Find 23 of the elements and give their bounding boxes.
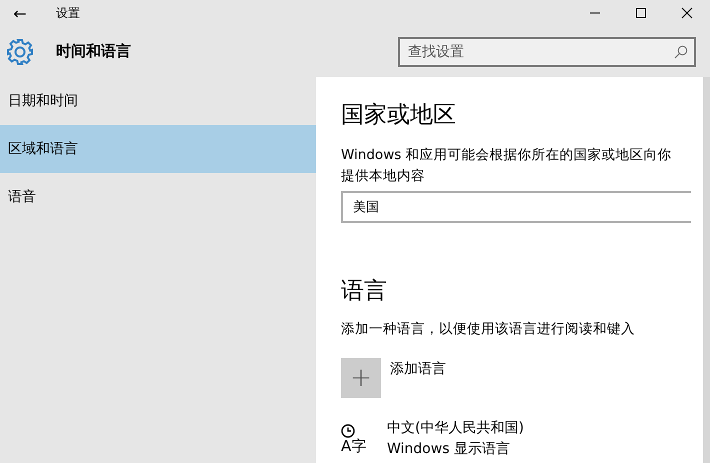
clock-icon xyxy=(341,424,355,438)
language-detail: Windows 显示语言 xyxy=(387,440,511,459)
window-title: 设置 xyxy=(56,4,80,22)
description-text: Windows 和应用可能会根据你所在的国家或地区向你提供本地内容 xyxy=(341,146,673,186)
search-icon xyxy=(674,44,688,58)
section-heading: 语言 xyxy=(341,277,387,306)
section-heading: 国家或地区 xyxy=(341,101,456,130)
scrollbar[interactable] xyxy=(703,77,710,463)
add-language-button[interactable]: + xyxy=(341,358,381,398)
search-field[interactable]: 查找设置 xyxy=(398,36,696,66)
sidebar-item[interactable]: 区域和语言 xyxy=(0,125,316,173)
language-name[interactable]: 中文(中华人民共和国) xyxy=(387,418,524,439)
settings-icon xyxy=(6,38,34,66)
country-dropdown[interactable]: 美国 xyxy=(341,191,691,223)
description-text: 添加一种语言，以便使用该语言进行阅读和键入 xyxy=(341,320,636,339)
add-language-label[interactable]: 添加语言 xyxy=(390,360,446,378)
maximize-icon xyxy=(635,7,647,19)
close-icon xyxy=(681,7,693,19)
page-title: 时间和语言 xyxy=(56,42,131,61)
sidebar-item[interactable]: 语音 xyxy=(0,173,316,221)
back-button[interactable]: ← xyxy=(0,0,40,26)
language-glyph: A字 xyxy=(341,438,366,454)
sidebar-item[interactable]: 日期和时间 xyxy=(0,77,316,125)
